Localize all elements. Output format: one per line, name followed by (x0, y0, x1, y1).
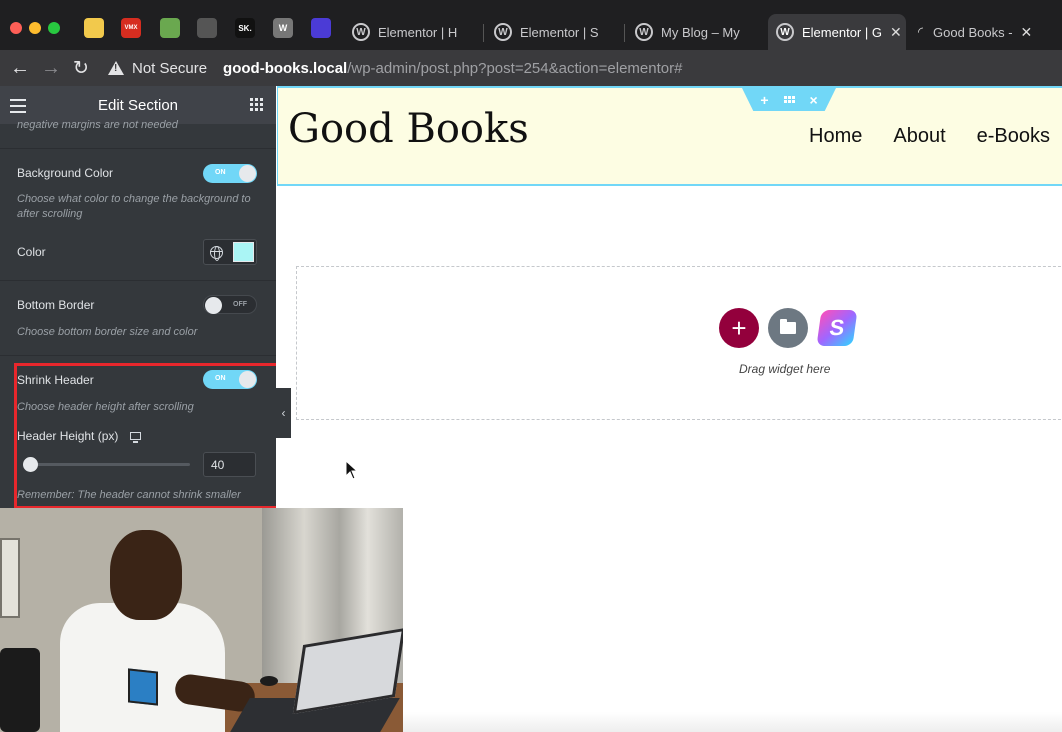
desktop-monitor-icon[interactable] (130, 432, 141, 443)
remember-note: Remember: The header cannot shrink small… (17, 489, 241, 501)
s-logo-icon: S (827, 315, 847, 340)
color-swatch[interactable] (233, 242, 254, 262)
shrink-header-description: Choose header height after scrolling (17, 401, 194, 413)
url-host: good-books.local (223, 59, 348, 77)
tab-divider (483, 24, 484, 42)
elementor-panel: Edit Section negative margins are not ne… (0, 86, 276, 508)
nav-item-ebooks[interactable]: e-Books (977, 125, 1050, 148)
maximize-window-button[interactable] (48, 22, 60, 34)
back-arrow-icon[interactable]: ← (10, 57, 30, 80)
pinned-tab-3[interactable] (197, 18, 217, 38)
bottom-border-label: Bottom Border (17, 298, 95, 312)
section-handle: + × (742, 88, 836, 111)
tab-label: My Blog – My (661, 24, 740, 40)
nav-item-home[interactable]: Home (809, 125, 862, 148)
tab-divider (624, 24, 625, 42)
tab-good-books[interactable]: ◜ Good Books - ✕ (910, 14, 1050, 50)
pinned-tab-2[interactable] (160, 18, 180, 38)
background-color-description: Choose what color to change the backgrou… (17, 193, 251, 220)
delete-section-icon[interactable]: × (810, 92, 818, 108)
menu-icon[interactable] (10, 99, 26, 117)
switch-knob (239, 165, 256, 182)
mouse-cursor-icon (345, 460, 359, 480)
tab-my-blog[interactable]: W My Blog – My (627, 14, 765, 50)
add-new-section-button[interactable]: + (719, 308, 759, 348)
site-header-section[interactable]: Good Books Home About e-Books (277, 86, 1062, 186)
plus-icon: + (731, 312, 747, 343)
divider (0, 355, 276, 356)
folder-icon (780, 319, 796, 334)
wordpress-icon: W (494, 23, 512, 41)
webcam-shirt-logo (128, 668, 158, 706)
close-tab-icon[interactable]: ✕ (890, 24, 902, 41)
wordpress-icon: W (352, 23, 370, 41)
bottom-border-description: Choose bottom border size and color (17, 326, 198, 338)
color-label: Color (17, 245, 46, 259)
empty-section-dropzone[interactable] (296, 266, 1062, 420)
address-bar[interactable]: Not Secure good-books.local /wp-admin/po… (108, 54, 1062, 82)
switch-knob (205, 297, 222, 314)
warning-icon (108, 61, 124, 75)
background-color-switch[interactable]: ON (203, 164, 257, 183)
divider (0, 280, 276, 281)
move-section-icon[interactable] (783, 96, 795, 103)
globe-icon[interactable] (210, 246, 223, 261)
webcam-speaker (260, 676, 278, 686)
pinned-tab-5[interactable]: W (273, 18, 293, 38)
site-title[interactable]: Good Books (288, 106, 529, 152)
loading-icon: ◜ (918, 24, 924, 39)
pinned-tab-1[interactable]: VMX (121, 18, 141, 38)
nav-item-about[interactable]: About (893, 125, 945, 148)
webcam-person-head (110, 530, 182, 620)
wordpress-icon: W (635, 23, 653, 41)
bottom-edge (403, 712, 1062, 732)
pinned-tab-4[interactable]: SK. (235, 18, 255, 38)
add-template-button[interactable] (768, 308, 808, 348)
divider (0, 148, 276, 149)
reload-icon[interactable]: ↻ (73, 57, 89, 80)
tab-label: Elementor | G (802, 24, 882, 40)
tab-label: Elementor | H (378, 24, 458, 40)
browser-toolbar: ← → ↻ Not Secure good-books.local /wp-ad… (0, 50, 1062, 86)
tab-label: Elementor | S (520, 24, 599, 40)
truncated-note: negative margins are not needed (17, 119, 178, 131)
tab-elementor-h[interactable]: W Elementor | H (344, 14, 484, 50)
bottom-border-switch[interactable]: OFF (203, 295, 257, 314)
webcam-wall-frame (0, 538, 20, 618)
wordpress-icon: W (776, 23, 794, 41)
tab-label: Good Books - (933, 24, 1013, 40)
color-control[interactable] (203, 239, 257, 265)
security-label: Not Secure (132, 59, 208, 77)
switch-knob (239, 371, 256, 388)
url-path: /wp-admin/post.php?post=254&action=eleme… (347, 59, 683, 77)
pinned-tab-0[interactable] (84, 18, 104, 38)
background-color-label: Background Color (17, 166, 114, 180)
header-height-slider-handle[interactable] (23, 457, 38, 472)
drag-widget-hint: Drag widget here (739, 362, 831, 376)
shrink-header-switch[interactable]: ON (203, 370, 257, 389)
collapse-panel-toggle[interactable]: ‹ (276, 388, 291, 438)
widgets-grid-icon[interactable] (250, 98, 263, 111)
webcam-chair (0, 648, 40, 732)
site-nav: Home About e-Books (809, 125, 1050, 148)
shrink-header-label: Shrink Header (17, 373, 94, 387)
header-height-slider-track[interactable] (30, 463, 190, 466)
webcam-overlay (0, 508, 403, 732)
webcam-person-body (60, 603, 225, 732)
header-height-input[interactable] (203, 452, 256, 477)
close-window-button[interactable] (10, 22, 22, 34)
chevron-left-icon: ‹ (281, 406, 286, 420)
forward-arrow-icon[interactable]: → (41, 57, 61, 80)
add-section-icon[interactable]: + (760, 92, 768, 108)
panel-title: Edit Section (97, 96, 179, 114)
tab-elementor-s[interactable]: W Elementor | S (486, 14, 624, 50)
header-height-label: Header Height (px) (17, 429, 119, 443)
browser-tab-bar: VMX SK. W W Elementor | H W Elementor | … (0, 0, 1062, 50)
tab-elementor-g[interactable]: W Elementor | G ✕ (768, 14, 906, 50)
starter-templates-button[interactable]: S (816, 310, 858, 346)
pinned-tab-6[interactable] (311, 18, 331, 38)
close-tab-icon[interactable]: ✕ (1021, 24, 1033, 41)
minimize-window-button[interactable] (29, 22, 41, 34)
